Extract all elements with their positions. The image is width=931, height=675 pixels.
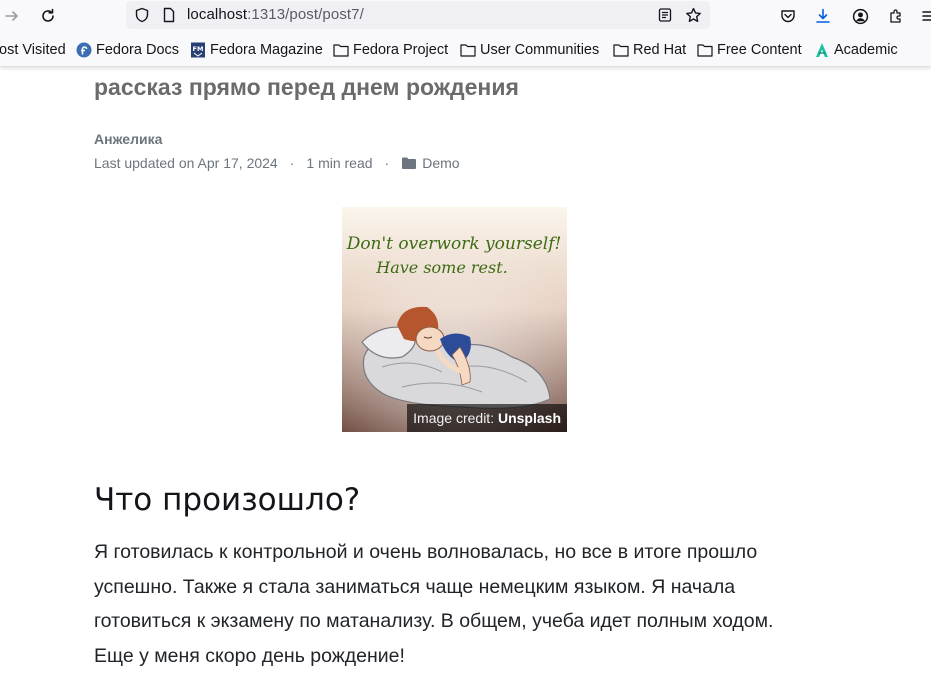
url-path: :1313/post/post7/ (247, 6, 364, 23)
url-bar[interactable]: localhost:1313/post/post7/ (126, 1, 710, 29)
folder-icon (613, 42, 629, 58)
bookmark-free-content[interactable]: Free Content (697, 41, 802, 59)
bookmark-label: Free Content (717, 42, 802, 58)
last-updated: Last updated on Apr 17, 2024 (94, 155, 278, 171)
browser-toolbar: localhost:1313/post/post7/ (0, 0, 931, 33)
meta-separator: · (384, 155, 390, 171)
menu-icon[interactable] (918, 5, 931, 27)
fedora-icon (76, 42, 92, 58)
account-icon[interactable] (849, 5, 871, 27)
image-credit-link[interactable]: Unsplash (498, 410, 561, 426)
reader-view-icon[interactable] (654, 4, 676, 26)
url-host: localhost (187, 6, 248, 23)
sleeping-illustration: Don't overwork yourself! Have some rest. (342, 207, 567, 432)
folder-icon (401, 156, 417, 170)
extensions-icon[interactable] (885, 5, 907, 27)
read-time: 1 min read (306, 155, 373, 171)
bookmark-label: Fedora Magazine (210, 42, 323, 58)
page-icon[interactable] (158, 4, 180, 26)
bookmark-academic[interactable]: Academic (814, 41, 898, 59)
section-paragraph: Я готовилась к контрольной и очень волно… (94, 541, 774, 667)
section-heading: Что произошло? (94, 482, 361, 518)
post-title: рассказ прямо перед днем рождения (94, 74, 519, 100)
featured-image: Don't overwork yourself! Have some rest.… (342, 207, 567, 432)
bookmark-fedora-docs[interactable]: Fedora Docs (76, 41, 179, 59)
bookmark-label: Red Hat (633, 42, 687, 58)
page-content: рассказ прямо перед днем рождения Анжели… (0, 68, 931, 675)
post-author[interactable]: Анжелика (94, 131, 162, 147)
forward-icon[interactable] (1, 5, 23, 27)
image-caption-line1: Don't overwork yourself! (346, 234, 562, 254)
folder-icon (460, 42, 476, 58)
image-credit: Image credit: Unsplash (407, 404, 567, 432)
post-meta: Last updated on Apr 17, 2024 · 1 min rea… (94, 155, 460, 171)
bookmark-fedora-project[interactable]: Fedora Project (333, 41, 448, 59)
pocket-icon[interactable] (777, 5, 799, 27)
bookmark-label: Fedora Project (353, 42, 449, 58)
bookmark-red-hat[interactable]: Red Hat (613, 41, 686, 59)
bookmarks-bar: ost Visited Fedora Docs FM Fedora Magazi… (0, 33, 931, 67)
download-icon[interactable] (812, 5, 834, 27)
bookmark-label: Fedora Docs (96, 42, 180, 58)
bookmark-label: Academic (834, 42, 898, 58)
bookmark-label: User Communities (480, 42, 600, 58)
url-text[interactable]: localhost:1313/post/post7/ (187, 6, 364, 23)
academic-icon (814, 42, 830, 58)
bookmark-fedora-magazine[interactable]: FM Fedora Magazine (190, 41, 323, 59)
bookmark-user-communities[interactable]: User Communities (460, 41, 599, 59)
bookmark-label: ost Visited (0, 42, 66, 58)
meta-separator: · (289, 155, 295, 171)
bookmark-most-visited[interactable]: ost Visited (0, 41, 66, 59)
image-caption-line2: Have some rest. (375, 258, 508, 277)
fedora-magazine-icon: FM (190, 42, 206, 58)
bookmark-star-icon[interactable] (682, 4, 704, 26)
category-link[interactable]: Demo (422, 155, 459, 171)
image-credit-label: Image credit: (413, 410, 498, 426)
shield-icon[interactable] (131, 4, 153, 26)
folder-icon (697, 42, 713, 58)
folder-icon (333, 42, 349, 58)
svg-text:FM: FM (193, 45, 204, 53)
reload-icon[interactable] (37, 5, 59, 27)
